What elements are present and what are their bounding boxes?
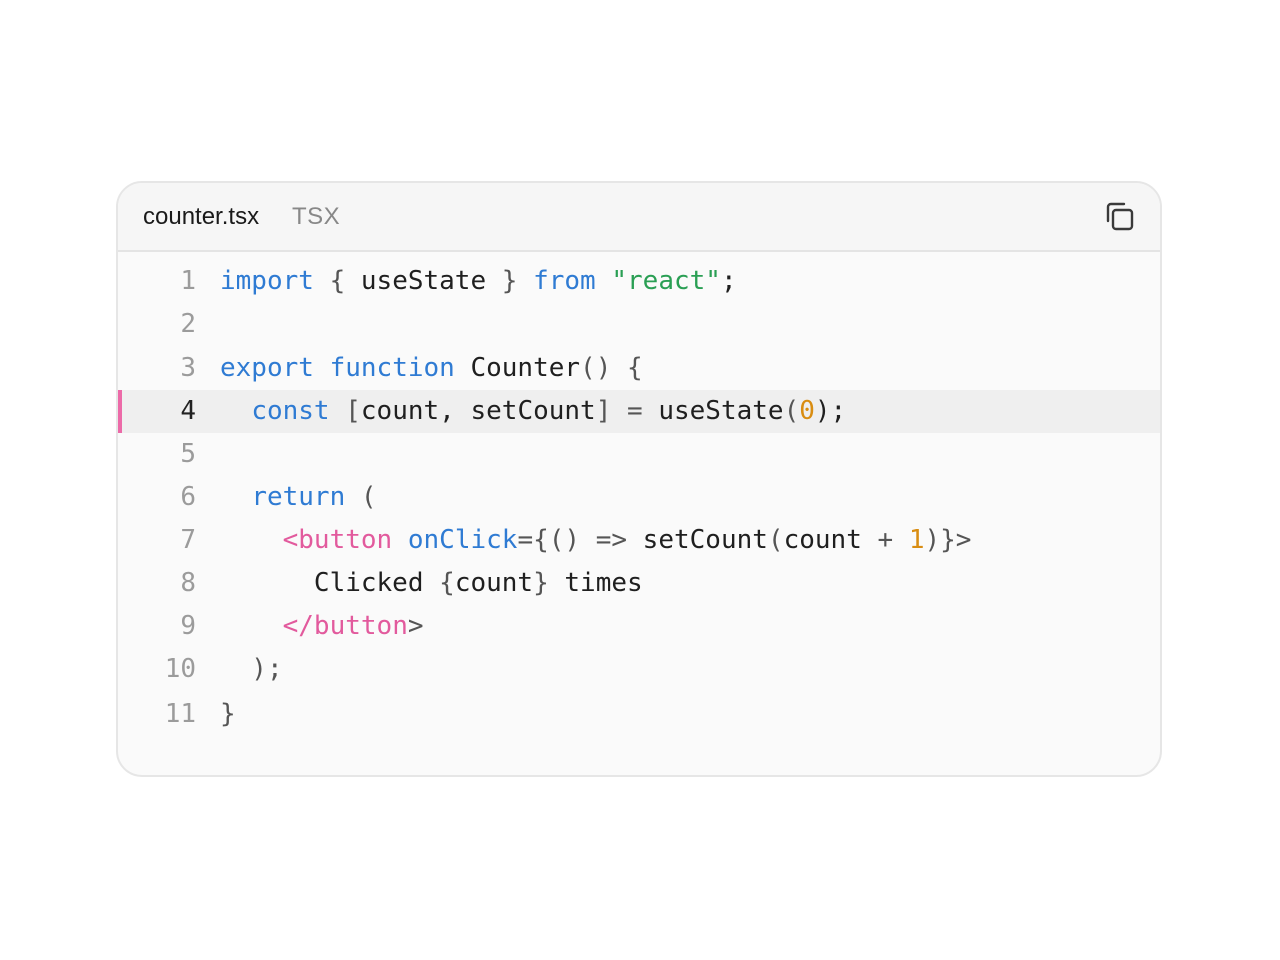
code-body: 1 import { useState } from "react"; 2 3 expo… (118, 252, 1160, 775)
code-text: ); (220, 648, 283, 691)
code-token: + (877, 525, 894, 555)
code-token: () (548, 525, 581, 555)
code-line: 9 </button> (118, 605, 1160, 648)
code-token: Counter (454, 353, 581, 383)
code-token: useState (345, 266, 502, 296)
code-line: 10 ); (118, 648, 1160, 691)
code-token: count (454, 568, 534, 598)
line-number: 4 (180, 396, 196, 426)
line-number: 11 (164, 699, 196, 729)
code-line: 7 <button onClick={() => setCount(count … (118, 519, 1160, 562)
code-line: 1 import { useState } from "react"; (118, 260, 1160, 303)
code-token: </button (282, 611, 408, 641)
code-token: ={ (517, 525, 549, 555)
code-token: => (595, 525, 628, 555)
code-token: Clicked (220, 568, 440, 598)
code-line: 5 (118, 433, 1160, 476)
code-token: setCount (627, 525, 768, 555)
copy-icon (1106, 202, 1134, 231)
code-token: import (220, 266, 314, 296)
code-token: } (220, 699, 236, 729)
language-label: TSX (292, 203, 341, 230)
code-token: function (329, 353, 455, 383)
code-token: useState (642, 396, 784, 426)
code-text: const [count, setCount] = useState(0); (220, 390, 846, 433)
code-token: () (580, 353, 612, 383)
code-token: times (548, 568, 643, 598)
code-token: <button (282, 525, 393, 555)
code-token: "react" (611, 266, 721, 296)
code-token: return (251, 482, 346, 512)
code-text: } (220, 693, 236, 736)
code-token: > (407, 611, 424, 641)
code-token: ] (595, 396, 612, 426)
line-number: 1 (180, 266, 196, 296)
code-text: export function Counter() { (220, 347, 643, 390)
code-token: ); (220, 654, 283, 684)
code-text: return ( (220, 476, 377, 519)
line-number: 9 (180, 611, 196, 641)
line-number: 6 (180, 482, 196, 512)
copy-button[interactable] (1100, 197, 1140, 237)
code-token: } (501, 266, 518, 296)
code-line: 2 (118, 303, 1160, 346)
code-token: )}> (924, 525, 972, 555)
code-token: 0 (799, 396, 815, 426)
code-token: const (251, 396, 330, 426)
code-token: { (439, 568, 455, 598)
code-token: { (329, 266, 346, 296)
code-text: Clicked {count} times (220, 562, 643, 605)
code-text: </button> (220, 605, 424, 648)
file-name: counter.tsx (143, 203, 260, 230)
code-token: ; (720, 266, 737, 296)
code-token: from (533, 266, 596, 296)
code-line: 11} (118, 693, 1160, 736)
code-token: } (533, 568, 549, 598)
code-line: 6 return ( (118, 476, 1160, 519)
code-token: = (627, 396, 643, 426)
code-token: [ (345, 396, 361, 426)
code-line: 3 export function Counter() { (118, 347, 1160, 390)
line-number: 7 (180, 525, 196, 555)
code-text: import { useState } from "react"; (220, 260, 737, 303)
code-text: <button onClick={() => setCount(count + … (220, 519, 972, 562)
line-number: 2 (180, 309, 196, 339)
code-line: 4 const [count, setCount] = useState(0); (118, 390, 1160, 433)
code-token: count (783, 525, 878, 555)
line-number: 5 (180, 439, 196, 469)
code-token: onClick (407, 525, 518, 555)
code-token: ( (767, 525, 784, 555)
line-number: 3 (180, 353, 196, 383)
code-line: 8 Clicked {count} times (118, 562, 1160, 605)
code-token: export (220, 353, 314, 383)
code-block-header: counter.tsx TSX (118, 183, 1160, 252)
code-token: count, setCount (360, 396, 596, 426)
code-token: ( (345, 482, 377, 512)
line-number: 10 (164, 654, 196, 684)
code-token: ); (814, 396, 847, 426)
code-token: 1 (908, 525, 925, 555)
line-number: 8 (180, 568, 196, 598)
code-token: { (627, 353, 643, 383)
code-token: ( (783, 396, 800, 426)
code-block-card: counter.tsx TSX 1 import { useState } fro… (116, 181, 1162, 777)
